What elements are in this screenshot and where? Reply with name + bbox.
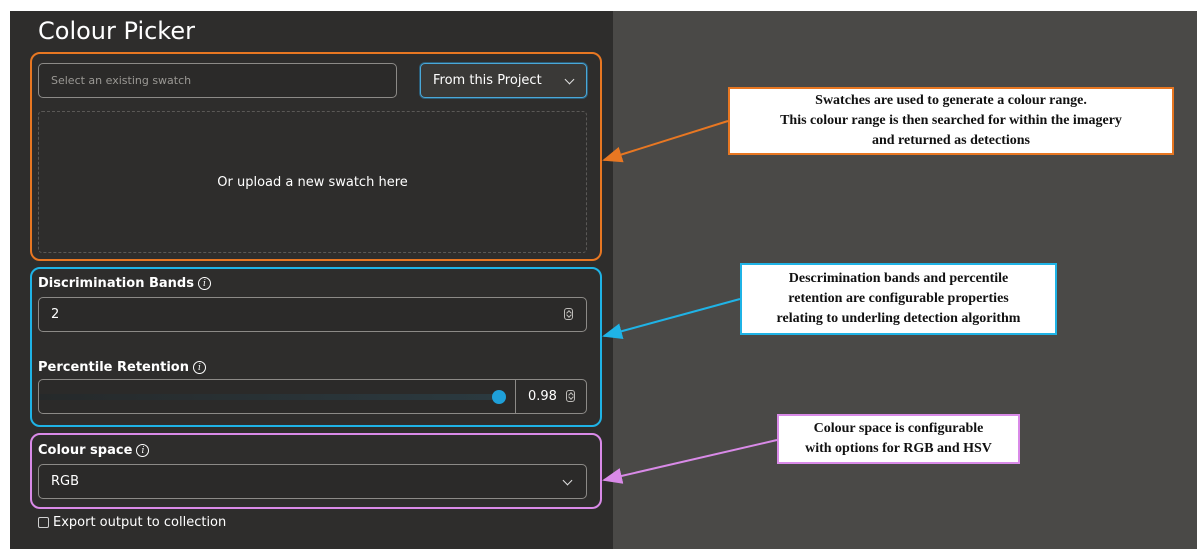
annotation-line: and returned as detections [871, 133, 1031, 148]
annotation-line: Colour space is configurable [813, 421, 984, 436]
annotation-line: This colour range is then searched for w… [780, 113, 1122, 128]
bands-arrow [602, 298, 741, 339]
colour-space-annotation: Colour space is configurable with option… [777, 414, 1020, 464]
swatch-annotation: Swatches are used to generate a colour r… [728, 87, 1174, 155]
annotation-line: Swatches are used to generate a colour r… [815, 93, 1087, 108]
annotation-line: retention are configurable properties [788, 291, 1009, 306]
annotation-line: relating to underling detection algorith… [776, 311, 1021, 326]
annotation-line: Descrimination bands and percentile [788, 271, 1009, 286]
swatch-arrow [602, 120, 729, 163]
bands-annotation: Descrimination bands and percentile rete… [740, 263, 1057, 335]
colour-space-arrow [602, 439, 778, 484]
annotation-line: with options for RGB and HSV [805, 441, 992, 456]
